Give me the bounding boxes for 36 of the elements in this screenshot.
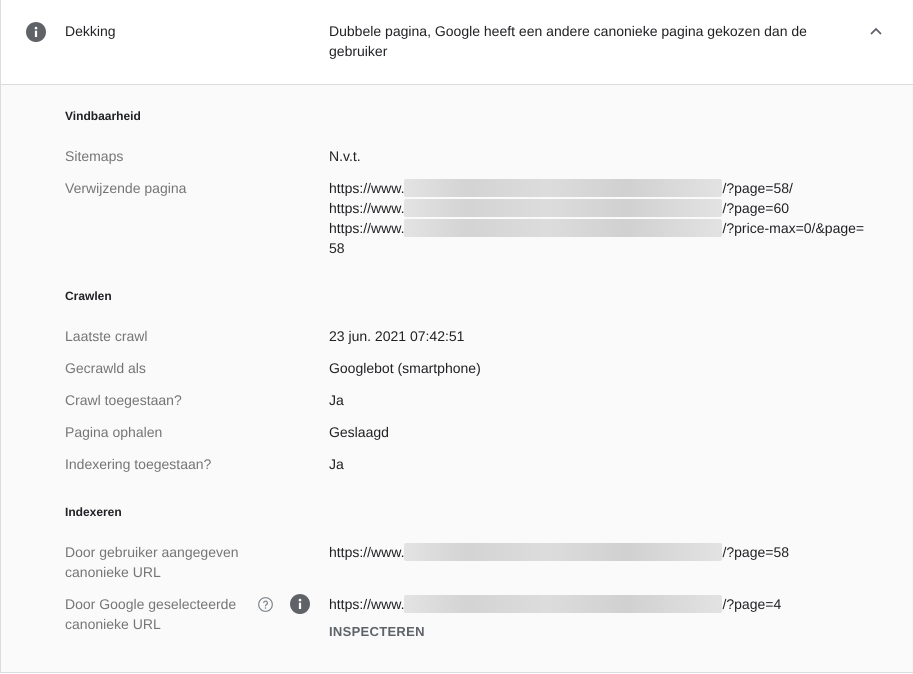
url-suffix: /?page=4 — [722, 596, 782, 612]
section-heading: Crawlen — [65, 288, 112, 304]
url-prefix: https://www. — [329, 220, 404, 236]
url-prefix: https://www. — [329, 180, 404, 196]
field-label: Door Google geselecteerde canonieke URL — [65, 595, 238, 634]
info-icon[interactable] — [290, 594, 310, 614]
url-prefix: https://www. — [329, 200, 404, 216]
field-label: Laatste crawl — [65, 327, 148, 346]
field-label: Crawl toegestaan? — [65, 391, 182, 410]
section-heading: Vindbaarheid — [65, 108, 141, 124]
field-value: Ja — [329, 455, 344, 474]
field-label: Indexering toegestaan? — [65, 455, 212, 474]
url-prefix: https://www. — [329, 544, 404, 560]
url-suffix: /?page=58/ — [722, 180, 793, 196]
field-label: Door gebruiker aangegeven canonieke URL — [65, 543, 240, 582]
field-label: Sitemaps — [65, 147, 124, 166]
inspect-button[interactable]: INSPECTEREN — [329, 622, 425, 642]
info-icon — [26, 22, 46, 42]
help-icon[interactable] — [258, 597, 273, 612]
chevron-up-icon[interactable] — [870, 27, 882, 35]
field-value: 23 jun. 2021 07:42:51 — [329, 327, 464, 346]
field-value: N.v.t. — [329, 147, 361, 166]
status-text: Dubbele pagina, Google heeft een andere canonieke pagina gekozen dan de gebruiker — [329, 22, 808, 61]
field-value: Ja — [329, 391, 344, 410]
row-label: Dekking — [65, 22, 117, 41]
field-label: Gecrawld als — [65, 359, 146, 378]
field-label: Pagina ophalen — [65, 423, 162, 442]
section-heading: Indexeren — [65, 504, 122, 520]
url-prefix: https://www. — [329, 596, 404, 612]
url-suffix: /?price-max=0/&page= — [722, 220, 864, 236]
url-suffix: /?page=60 — [722, 200, 790, 216]
field-value: Googlebot (smartphone) — [329, 359, 481, 378]
url-suffix: /?page=58 — [722, 544, 790, 560]
field-label: Verwijzende pagina — [65, 179, 186, 198]
field-value: Geslaagd — [329, 423, 389, 442]
url-suffix: 58 — [329, 240, 345, 256]
